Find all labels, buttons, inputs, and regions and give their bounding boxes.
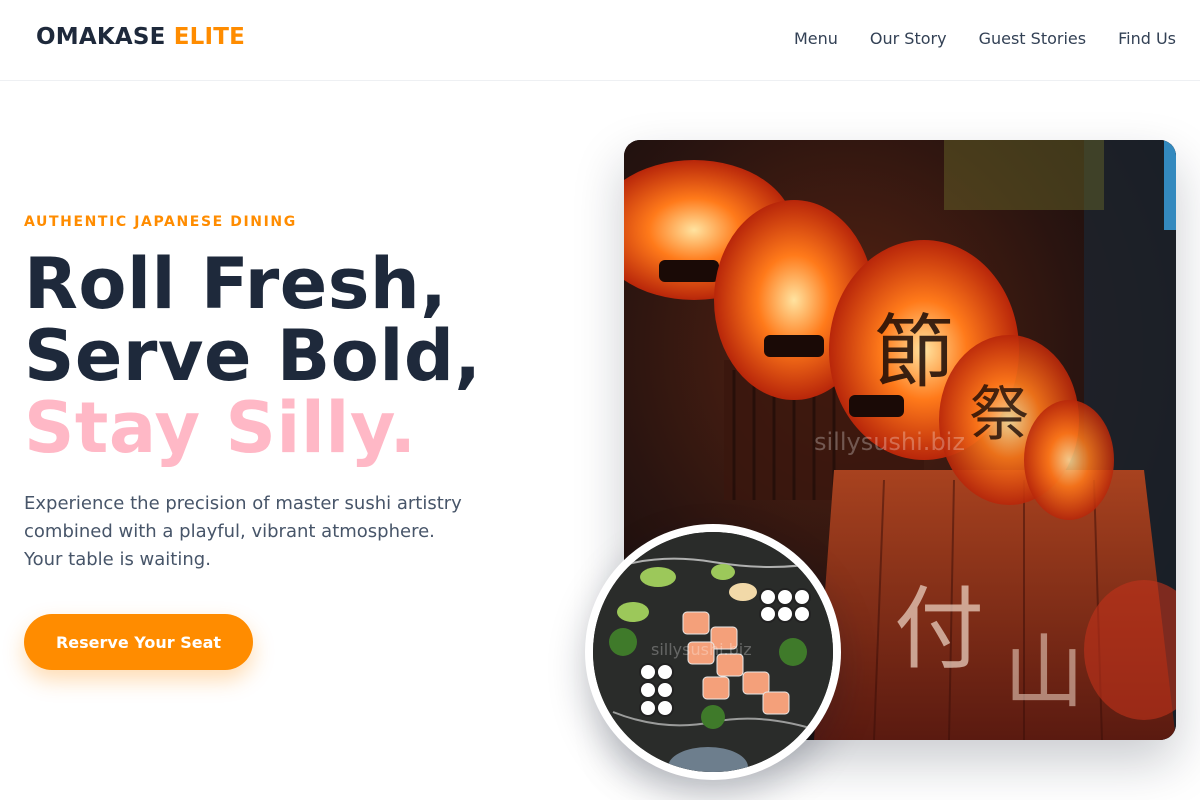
sushi-plate-photo: sillysushi.biz bbox=[585, 524, 841, 780]
hero-headline: Roll Fresh, Serve Bold, Stay Silly. bbox=[24, 248, 482, 464]
svg-text:山: 山 bbox=[1004, 626, 1084, 719]
svg-text:節: 節 bbox=[874, 306, 954, 399]
brand-logo[interactable]: OMAKASE ELITE bbox=[36, 24, 245, 50]
nav-link-find-us[interactable]: Find Us bbox=[1118, 29, 1176, 48]
hero-description: Experience the precision of master sushi… bbox=[24, 490, 494, 574]
brand-name-accent: ELITE bbox=[173, 24, 246, 50]
main-nav: Menu Our Story Guest Stories Find Us bbox=[794, 29, 1176, 48]
description-line-2: combined with a playful, vibrant atmosph… bbox=[24, 521, 435, 542]
svg-text:付: 付 bbox=[894, 577, 984, 682]
headline-line-2: Serve Bold, bbox=[24, 315, 482, 397]
reserve-seat-button[interactable]: Reserve Your Seat bbox=[24, 614, 253, 670]
headline-line-3: Stay Silly. bbox=[24, 387, 417, 469]
svg-text:祭: 祭 bbox=[969, 380, 1029, 450]
nav-link-menu[interactable]: Menu bbox=[794, 29, 838, 48]
sushi-plate-image: sillysushi.biz bbox=[593, 532, 833, 772]
photo-watermark: sillysushi.biz bbox=[814, 428, 965, 456]
description-line-1: Experience the precision of master sushi… bbox=[24, 493, 462, 514]
nav-link-our-story[interactable]: Our Story bbox=[870, 29, 947, 48]
nav-link-guest-stories[interactable]: Guest Stories bbox=[979, 29, 1087, 48]
brand-name-primary: OMAKASE bbox=[36, 24, 166, 50]
hero-eyebrow: AUTHENTIC JAPANESE DINING bbox=[24, 214, 297, 230]
plate-watermark: sillysushi.biz bbox=[651, 640, 752, 659]
top-navigation-bar: OMAKASE ELITE Menu Our Story Guest Stori… bbox=[0, 0, 1200, 81]
description-line-3: Your table is waiting. bbox=[24, 549, 211, 570]
headline-line-1: Roll Fresh, bbox=[24, 243, 448, 325]
